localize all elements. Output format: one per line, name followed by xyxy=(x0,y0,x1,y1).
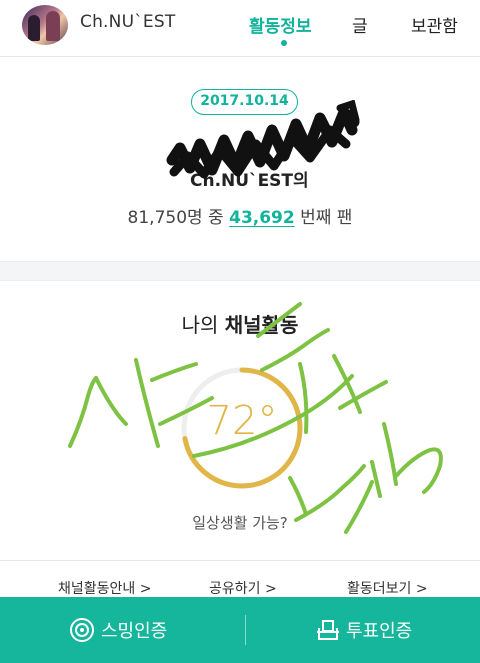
fan-rank-suffix: 번째 팬 xyxy=(300,208,353,228)
channel-name[interactable]: Ch.NU`EST xyxy=(80,12,175,32)
fan-rank-line: 81,750명 중 43,692 번째 팬 xyxy=(0,203,480,228)
avatar-figure xyxy=(28,15,40,41)
vote-verify-button[interactable]: 투표인증 xyxy=(316,597,412,663)
section-divider xyxy=(0,261,480,281)
streaming-verify-button[interactable]: 스밍인증 xyxy=(69,597,167,663)
total-fans: 81,750명 중 xyxy=(127,208,224,228)
activity-status: 일상생활 가능? xyxy=(192,514,288,532)
channel-activity-guide-link[interactable]: 채널활동안내 > xyxy=(58,578,151,598)
activity-title: 나의 채널활동 xyxy=(0,309,480,338)
streaming-verify-label: 스밍인증 xyxy=(101,621,168,642)
top-bar: Ch.NU`EST 활동정보 글 보관함 xyxy=(0,0,480,57)
avatar-figure xyxy=(46,11,60,41)
tab-activity-info[interactable]: 활동정보 xyxy=(249,12,312,37)
bottom-action-bar: 스밍인증 투표인증 xyxy=(0,597,480,663)
tab-storage[interactable]: 보관함 xyxy=(411,12,458,37)
bottom-bar-separator xyxy=(245,615,246,645)
vote-verify-label: 투표인증 xyxy=(346,621,413,642)
active-tab-indicator xyxy=(281,40,287,46)
links-divider xyxy=(0,560,480,561)
gauge-value: 72° xyxy=(206,398,278,444)
fan-rank-number[interactable]: 43,692 xyxy=(229,208,295,228)
activity-title-bold: 채널활동 xyxy=(224,313,299,337)
share-link[interactable]: 공유하기 > xyxy=(209,578,277,598)
tab-posts[interactable]: 글 xyxy=(352,12,368,37)
ballot-box-icon xyxy=(317,620,339,640)
disc-icon xyxy=(70,618,94,642)
activity-title-prefix: 나의 xyxy=(181,313,219,337)
redaction-scribble xyxy=(166,100,360,179)
avatar[interactable] xyxy=(22,5,68,45)
more-activity-link[interactable]: 활동더보기 > xyxy=(347,578,428,598)
